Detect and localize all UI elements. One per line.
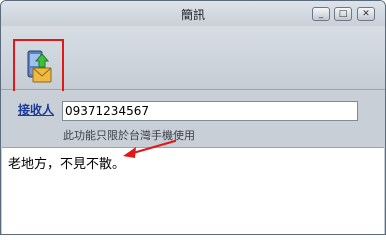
maximize-button[interactable]: □ bbox=[334, 7, 352, 21]
send-phone-icon bbox=[27, 50, 52, 83]
title-bar[interactable]: 簡訊 _ □ ✕ bbox=[1, 1, 385, 26]
minimize-button[interactable]: _ bbox=[312, 7, 330, 21]
recipient-link[interactable]: 接收人 bbox=[18, 101, 54, 118]
toolbar: 發送 bbox=[1, 26, 385, 110]
recipient-section: 接收人 此功能只限於台灣手機使用 bbox=[1, 91, 385, 147]
sms-window: 簡訊 _ □ ✕ 發送 接收人 此功能只限於台灣手機使用 老地方，不見不散。 bbox=[0, 0, 386, 235]
minimize-icon: _ bbox=[318, 9, 324, 19]
close-button[interactable]: ✕ bbox=[357, 7, 375, 21]
recipient-input[interactable] bbox=[62, 101, 358, 121]
maximize-icon: □ bbox=[338, 9, 348, 19]
close-icon: ✕ bbox=[362, 9, 370, 19]
message-textarea[interactable]: 老地方，不見不散。 bbox=[2, 147, 384, 234]
red-arrow-icon bbox=[123, 139, 177, 158]
message-text: 老地方，不見不散。 bbox=[8, 157, 126, 172]
